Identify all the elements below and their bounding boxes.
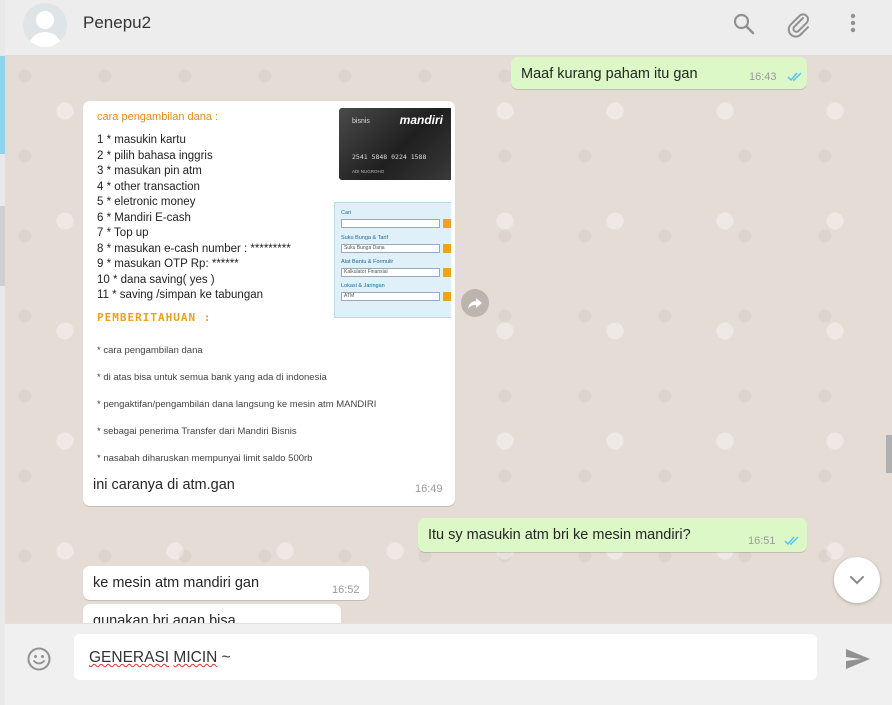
forward-button[interactable] <box>461 289 489 317</box>
message-time: 16:51 <box>748 535 776 547</box>
form-label: Suku Bunga & Tarif <box>341 235 388 241</box>
input-word: ~ <box>217 649 231 666</box>
image-note: * sebagai penerima Transfer dari Mandiri… <box>97 426 297 437</box>
menu-icon[interactable] <box>839 10 867 38</box>
atm-card-image: bisnis mandiri 2541 5848 0224 1588 ADI N… <box>339 108 451 180</box>
image-step: 3 * masukan pin atm <box>97 165 202 177</box>
image-steps: 1 * masukin kartu 2 * pilih bahasa inggr… <box>97 133 291 304</box>
contact-name[interactable]: Penepu2 <box>83 13 151 33</box>
message-input[interactable]: GENERASI MICIN ~ <box>74 634 817 680</box>
message-time: 16:49 <box>415 483 443 495</box>
chat-area[interactable]: Maaf kurang paham itu gan 16:43 cara pen… <box>5 56 892 623</box>
read-ticks-icon <box>784 536 799 546</box>
message-incoming[interactable]: gunakan bri agan bisa <box>83 604 341 623</box>
search-icon[interactable] <box>730 10 758 38</box>
form-label: Lokasi & Jaringan <box>341 283 385 289</box>
image-note: * cara pengambilan dana <box>97 345 203 356</box>
composer-bar: GENERASI MICIN ~ <box>5 623 892 705</box>
message-text: Maaf kurang paham itu gan <box>521 66 698 82</box>
card-label: bisnis <box>352 118 370 125</box>
image-step: 2 * pilih bahasa inggris <box>97 149 213 162</box>
avatar-body <box>28 32 62 47</box>
form-select: Kalkulator Finansial <box>341 268 440 277</box>
form-select: ATM <box>341 292 440 301</box>
chat-scrollbar[interactable] <box>886 435 892 473</box>
attach-icon[interactable] <box>784 10 812 38</box>
chevron-down-icon <box>850 576 864 585</box>
form-go-button <box>443 292 451 301</box>
input-word: MICIN <box>173 649 218 666</box>
image-step: 10 * dana saving( yes ) <box>97 273 215 286</box>
image-step: 7 * Top up <box>97 227 149 239</box>
image-caption: ini caranya di atm.gan <box>93 477 235 493</box>
image-step: 11 * saving /simpan ke tabungan <box>97 289 264 301</box>
read-ticks-icon <box>787 72 802 82</box>
image-step: 1 * masukin kartu <box>97 134 186 146</box>
image-step: 8 * masukan e-cash number : ********* <box>97 242 291 255</box>
bank-form-image: Cari Suku Bunga & Tarif Suku Bunga Dana … <box>334 202 451 318</box>
image-step: 6 * Mandiri E-cash <box>97 211 191 224</box>
message-image[interactable]: cara pengambilan dana : 1 * masukin kart… <box>87 105 451 468</box>
image-note: * di atas bisa untuk semua bank yang ada… <box>97 372 327 383</box>
image-note: * pengaktifan/pengambilan dana langsung … <box>97 399 377 410</box>
message-outgoing[interactable]: Itu sy masukin atm bri ke mesin mandiri?… <box>418 518 807 552</box>
message-time: 16:43 <box>749 71 777 83</box>
avatar[interactable] <box>23 3 67 47</box>
chat-header: Penepu2 <box>5 0 892 56</box>
notice-heading: PEMBERITAHUAN : <box>97 311 212 324</box>
message-incoming-image[interactable]: cara pengambilan dana : 1 * masukin kart… <box>83 101 455 506</box>
form-label: Alat Bantu & Formulir <box>341 259 394 265</box>
scroll-down-button[interactable] <box>834 557 880 603</box>
image-notes: * cara pengambilan dana * di atas bisa u… <box>97 337 376 468</box>
message-text: Itu sy masukin atm bri ke mesin mandiri? <box>428 527 691 543</box>
card-number: 2541 5848 0224 1588 <box>352 153 427 161</box>
input-word: GENERASI <box>89 649 170 666</box>
form-go-button <box>443 244 451 253</box>
image-note: * nasabah diharuskan mempunyai limit sal… <box>97 453 313 464</box>
form-go-button <box>443 268 451 277</box>
message-input-text: GENERASI MICIN ~ <box>89 649 231 667</box>
form-select: Suku Bunga Dana <box>341 244 440 253</box>
send-button[interactable] <box>844 646 872 672</box>
message-text: ke mesin atm mandiri gan <box>93 575 260 591</box>
image-step: 4 * other transaction <box>97 180 200 193</box>
image-step: 5 * eletronic money <box>97 196 196 208</box>
avatar-head <box>36 11 54 29</box>
form-label: Cari <box>341 210 352 216</box>
send-icon <box>846 649 870 669</box>
image-step: 9 * masukan OTP Rp: ****** <box>97 258 239 270</box>
message-incoming[interactable]: ke mesin atm mandiri gan 16:52 <box>83 566 369 600</box>
card-holder: ADI NUGROHO <box>352 169 385 174</box>
message-text: gunakan bri agan bisa <box>93 613 236 623</box>
message-outgoing[interactable]: Maaf kurang paham itu gan 16:43 <box>511 57 807 89</box>
card-brand: mandiri <box>399 113 443 127</box>
smiley-icon <box>27 647 51 671</box>
emoji-button[interactable] <box>26 646 52 672</box>
forward-icon <box>468 298 482 309</box>
whatsapp-window: Penepu2 Maaf kurang paham itu gan 16:43 … <box>5 0 892 705</box>
form-box <box>341 219 440 228</box>
image-title: cara pengambilan dana : <box>97 111 219 123</box>
message-time: 16:52 <box>332 584 360 596</box>
form-go-button <box>443 219 451 228</box>
